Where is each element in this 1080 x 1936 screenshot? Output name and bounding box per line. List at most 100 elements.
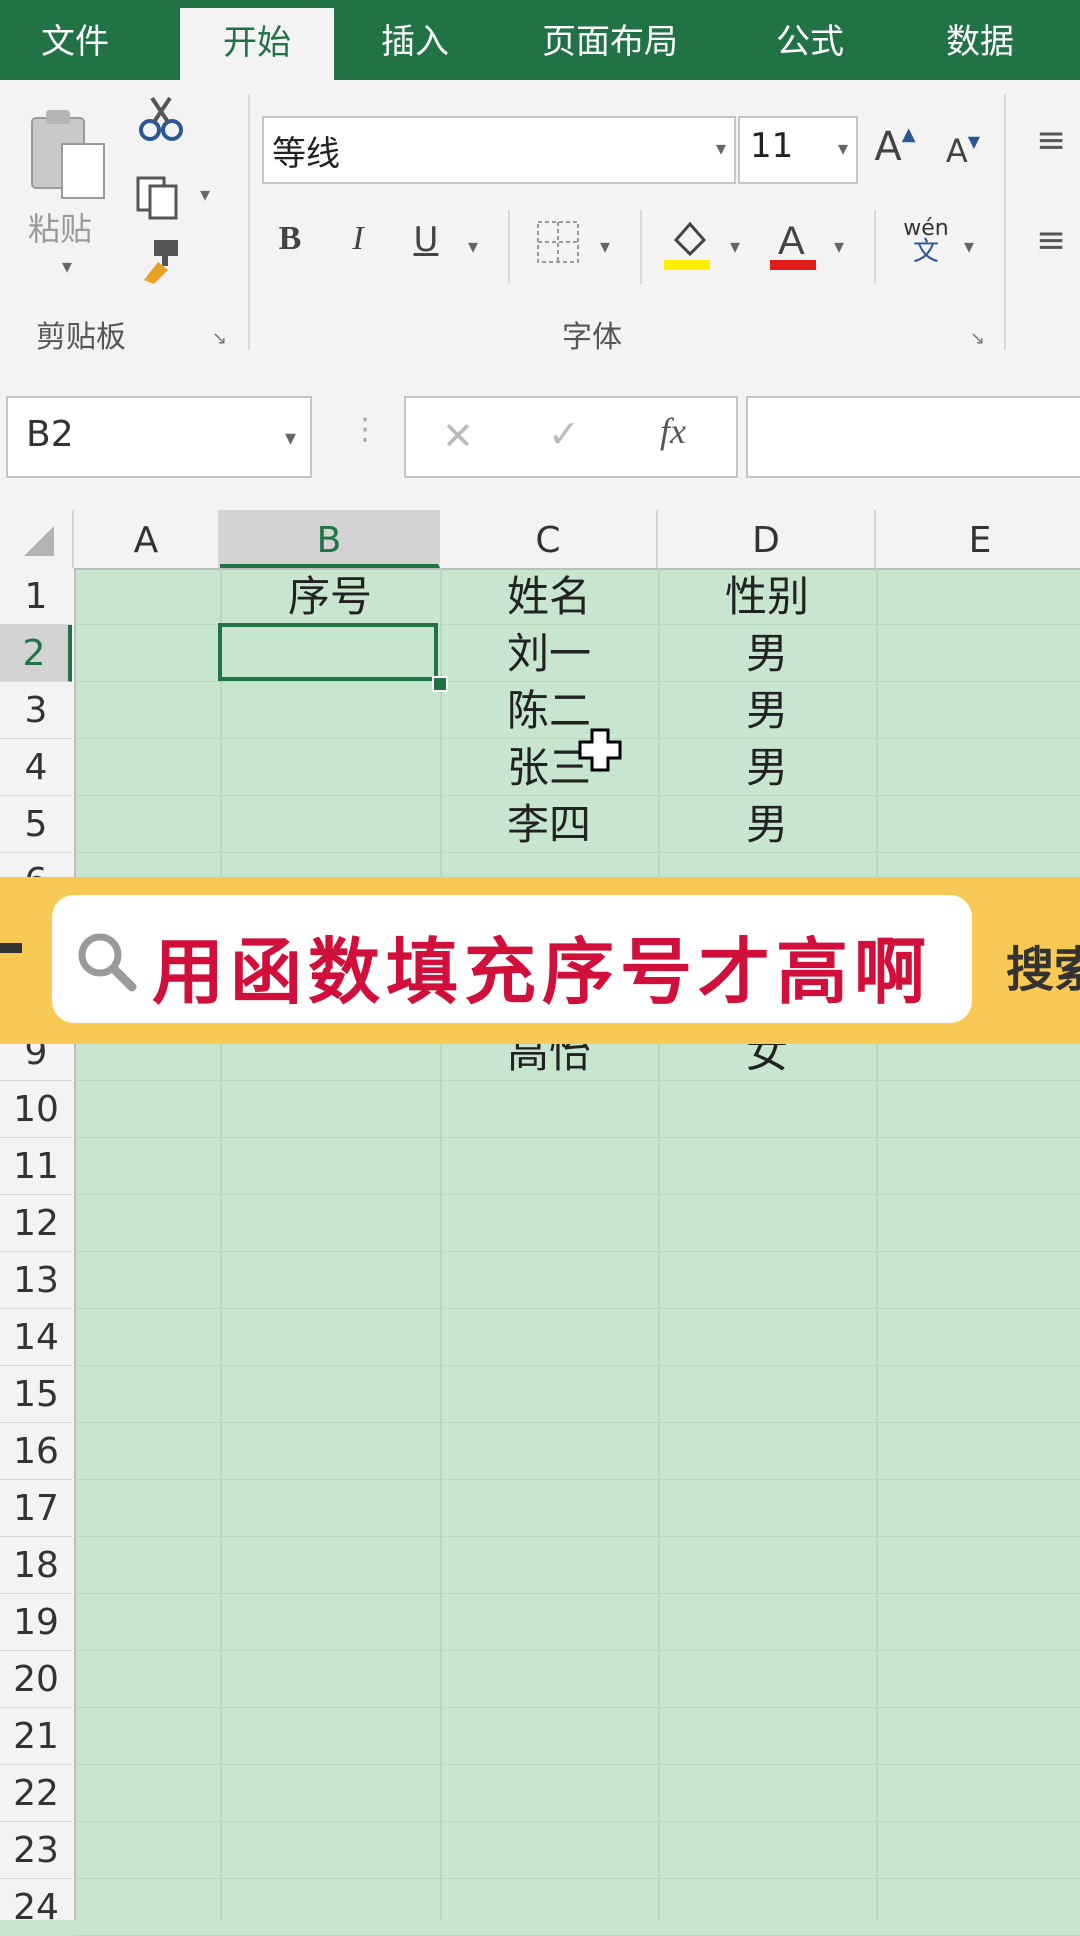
underline-button[interactable]: U [406,220,446,260]
row-header[interactable]: 19 [0,1594,72,1651]
row-header[interactable]: 10 [0,1081,72,1138]
active-cell-b2[interactable] [218,623,438,681]
align-top-icon[interactable]: ≡ [1026,120,1076,161]
gridline [74,1308,1080,1309]
tab-data[interactable]: 数据 [900,0,1060,80]
row-header[interactable]: 22 [0,1765,72,1822]
row-header[interactable]: 24 [0,1879,72,1936]
row-header[interactable]: 17 [0,1480,72,1537]
paste-dropdown-icon[interactable]: ▾ [62,254,72,278]
row-header[interactable]: 2 [0,625,72,682]
enter-icon[interactable]: ✓ [548,412,580,456]
copy-icon[interactable] [134,172,184,222]
name-box-dropdown-icon[interactable]: ▾ [285,426,296,451]
gridline [74,1251,1080,1252]
row-header[interactable]: 20 [0,1651,72,1708]
row-header[interactable]: 4 [0,739,72,796]
gridline [74,1821,1080,1822]
gridline [876,568,878,1920]
column-header[interactable]: A [74,510,220,568]
row-header[interactable]: 23 [0,1822,72,1879]
phonetic-guide-button[interactable]: wén 文 [896,216,956,265]
paste-button[interactable] [22,104,118,204]
toolbar-divider [640,210,642,284]
font-color-dropdown-icon[interactable]: ▾ [834,234,844,258]
row-header[interactable]: 11 [0,1138,72,1195]
fill-color-icon[interactable] [660,210,716,276]
tab-insert[interactable]: 插入 [340,0,490,80]
font-size-dropdown-icon[interactable]: ▾ [838,136,848,160]
cell-d4[interactable]: 男 [658,739,876,796]
row-header[interactable]: 13 [0,1252,72,1309]
cell-c3[interactable]: 陈二 [440,682,658,739]
column-header[interactable]: C [440,510,658,568]
row-header[interactable]: 1 [0,568,72,625]
formula-bar-grip-icon: ⋮ [350,412,380,447]
cross-cursor-icon [578,728,622,772]
font-color-icon[interactable]: A [766,210,822,276]
formula-input[interactable] [746,396,1080,478]
insert-function-icon[interactable]: fx [660,410,686,452]
column-header[interactable]: D [658,510,876,568]
cancel-icon[interactable]: ✕ [442,414,474,458]
search-box[interactable]: 用函数填充序号才高啊 [52,895,972,1023]
cell-c5[interactable]: 李四 [440,796,658,853]
tab-home[interactable]: 开始 [180,8,334,80]
cell-d2[interactable]: 男 [658,625,876,682]
phonetic-dropdown-icon[interactable]: ▾ [964,234,974,258]
name-box-value: B2 [26,414,74,455]
group-divider [248,94,250,350]
increase-font-size-icon[interactable]: A▲ [872,124,918,170]
select-all-corner[interactable] [0,510,74,568]
font-size-value: 11 [750,126,794,166]
row-header[interactable]: 16 [0,1423,72,1480]
italic-button[interactable]: I [338,220,378,258]
toolbar-divider [874,210,876,284]
underline-dropdown-icon[interactable]: ▾ [468,234,478,258]
row-header[interactable]: 21 [0,1708,72,1765]
borders-icon[interactable] [530,214,586,270]
cell-d3[interactable]: 男 [658,682,876,739]
fill-handle[interactable] [432,676,448,692]
font-name-dropdown-icon[interactable]: ▾ [716,136,726,160]
gridline [74,1536,1080,1537]
row-header-column: 1 2 3 4 5 6 7 8 9 10 11 12 13 14 15 16 1… [0,568,76,1936]
tab-page-layout[interactable]: 页面布局 [500,0,720,80]
align-left-icon[interactable]: ≡ [1026,220,1076,261]
copy-dropdown-icon[interactable]: ▾ [200,182,210,206]
font-size-box[interactable]: 11 ▾ [738,116,858,184]
bold-button[interactable]: B [270,220,310,258]
tab-formulas[interactable]: 公式 [730,0,890,80]
cut-icon[interactable] [136,94,186,144]
row-header[interactable]: 3 [0,682,72,739]
format-painter-icon[interactable] [136,236,186,286]
clipboard-launcher-icon[interactable]: ↘ [212,328,227,349]
font-name-box[interactable]: 等线 ▾ [262,116,736,184]
tab-file[interactable]: 文件 [0,0,150,80]
fill-color-dropdown-icon[interactable]: ▾ [730,234,740,258]
row-header[interactable]: 14 [0,1309,72,1366]
cell-d1[interactable]: 性别 [658,568,876,625]
cell-d5[interactable]: 男 [658,796,876,853]
column-header[interactable]: B [220,510,440,568]
row-header[interactable]: 5 [0,796,72,853]
name-box[interactable]: B2 ▾ [6,396,312,478]
cell-c2[interactable]: 刘一 [440,625,658,682]
row-header[interactable]: 15 [0,1366,72,1423]
cell-c1[interactable]: 姓名 [440,568,658,625]
borders-dropdown-icon[interactable]: ▾ [600,234,610,258]
column-header-row: A B C D E [0,510,1080,570]
column-header[interactable]: E [876,510,1080,568]
gridline [74,1137,1080,1138]
row-header[interactable]: 12 [0,1195,72,1252]
cell-c4[interactable]: 张三 [440,739,658,796]
gridline [74,1878,1080,1879]
gridline [74,1650,1080,1651]
decrease-font-size-icon[interactable]: A▼ [940,132,986,170]
cell-b1[interactable]: 序号 [220,568,440,625]
paste-label: 粘贴 [28,210,93,248]
row-header[interactable]: 18 [0,1537,72,1594]
search-button[interactable]: 搜索 [1006,930,1080,1000]
clipboard-icon [31,110,105,199]
font-launcher-icon[interactable]: ↘ [970,328,985,349]
